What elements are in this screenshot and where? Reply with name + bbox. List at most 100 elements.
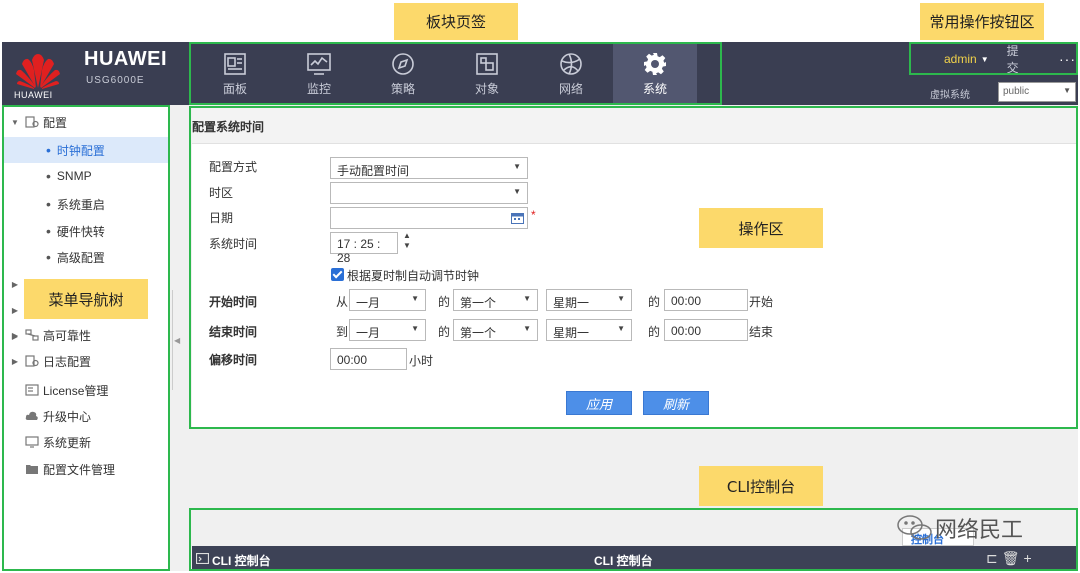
of-text: 的 — [438, 295, 451, 309]
plus-icon[interactable]: + — [1024, 550, 1036, 566]
collapse-left-icon[interactable]: ◀ — [174, 336, 180, 345]
of-text: 的 — [648, 295, 661, 309]
folder-icon — [26, 465, 38, 474]
operation-panel — [192, 108, 1076, 428]
end-month-select[interactable]: 一月 ▼ — [349, 319, 426, 341]
chevron-down-icon: ▼ — [523, 294, 531, 303]
sidebar-item-license[interactable]: License管理 — [2, 377, 168, 403]
common-actions: admin ▼ 提交 ··· — [912, 42, 1076, 76]
systime-input[interactable]: 17 : 25 : 28 — [330, 232, 398, 265]
callout-menu-tree: 菜单导航树 — [24, 279, 148, 319]
tab-label: 网络 — [558, 82, 583, 96]
tab-label: 策略 — [390, 82, 415, 96]
sidebar-item-hw-forward[interactable]: • 硬件快转 — [2, 218, 168, 244]
calendar-icon[interactable] — [511, 212, 524, 224]
terminal-icon — [196, 553, 209, 564]
sidebar-item-config-file[interactable]: 配置文件管理 — [2, 456, 168, 482]
expand-right-icon[interactable]: ▶ — [8, 331, 22, 340]
submit-button[interactable]: 提交 — [1007, 42, 1029, 76]
offset-label: 偏移时间 — [209, 353, 258, 367]
expand-right-icon[interactable]: ▶ — [8, 357, 22, 366]
offset-input[interactable]: 00:00 — [330, 348, 407, 370]
time-stepper-icon[interactable]: ▲ ▼ — [403, 231, 411, 251]
callout-common-buttons: 常用操作按钮区 — [920, 3, 1044, 40]
sidebar-item-reboot[interactable]: • 系统重启 — [2, 191, 168, 217]
cli-bar: CLI 控制台 CLI 控制台 ⊏🗑+ — [192, 546, 1076, 571]
update-icon — [25, 436, 39, 448]
refresh-button[interactable]: 刷新 — [643, 391, 709, 415]
compass-icon — [392, 53, 414, 75]
tab-dashboard[interactable]: 面板 — [193, 44, 277, 104]
expand-right-icon[interactable]: ▶ — [8, 280, 22, 289]
device-model: USG6000E — [86, 75, 145, 86]
date-input[interactable] — [330, 207, 528, 229]
dock-icon[interactable]: ⊏ — [986, 550, 1002, 566]
bullet-icon: • — [46, 196, 51, 212]
end-to-text: 到 — [336, 325, 349, 339]
chevron-down-icon: ▼ — [617, 324, 625, 333]
end-time-label: 结束时间 — [209, 325, 258, 339]
tree-label: 日志配置 — [43, 354, 92, 369]
caret-down-icon[interactable]: ▼ — [981, 55, 989, 64]
start-time-input[interactable]: 00:00 — [664, 289, 748, 311]
tree-group-ha[interactable]: ▶ 高可靠性 — [2, 322, 168, 348]
start-time-value: 00:00 — [671, 294, 702, 308]
sidebar-item-upgrade[interactable]: 升级中心 — [2, 403, 168, 429]
apply-button[interactable]: 应用 — [566, 391, 632, 415]
end-week-select[interactable]: 第一个 ▼ — [453, 319, 538, 341]
sidebar-item-snmp[interactable]: • SNMP — [2, 163, 168, 189]
user-menu[interactable]: admin — [944, 52, 977, 66]
tab-monitor[interactable]: 监控 — [277, 44, 361, 104]
huawei-logo-icon — [16, 54, 60, 89]
object-icon — [476, 53, 498, 75]
chevron-down-icon: ▼ — [523, 324, 531, 333]
tree-label: 升级中心 — [43, 409, 92, 424]
tree-label: 配置 — [43, 115, 68, 130]
config-mode-value: 手动配置时间 — [337, 164, 410, 178]
tab-network[interactable]: 网络 — [529, 44, 613, 104]
monitor-icon — [307, 53, 331, 75]
sidebar-item-sys-update[interactable]: 系统更新 — [2, 429, 168, 455]
end-time-value: 00:00 — [671, 324, 702, 338]
vsys-select[interactable]: public ▼ — [998, 82, 1076, 102]
tree-group-log[interactable]: ▶ 日志配置 — [2, 348, 168, 374]
tab-object[interactable]: 对象 — [445, 44, 529, 104]
tab-policy[interactable]: 策略 — [361, 44, 445, 104]
more-icon[interactable]: ··· — [1059, 51, 1076, 67]
offset-value: 00:00 — [337, 353, 368, 367]
start-month-select[interactable]: 一月 ▼ — [349, 289, 426, 311]
end-time-input[interactable]: 00:00 — [664, 319, 748, 341]
tree-group-config[interactable]: ▼ 配置 — [2, 109, 168, 135]
chevron-down-icon: ▼ — [617, 294, 625, 303]
expand-icon[interactable]: ▼ — [8, 118, 22, 127]
start-day-select[interactable]: 星期一 ▼ — [546, 289, 632, 311]
of-text: 的 — [438, 325, 451, 339]
callout-operation: 操作区 — [699, 208, 823, 248]
config-mode-select[interactable]: 手动配置时间 ▼ — [330, 157, 528, 179]
expand-right-icon[interactable]: ▶ — [8, 306, 22, 315]
tab-label: 监控 — [306, 82, 331, 96]
start-week-value: 第一个 — [460, 296, 497, 310]
end-suffix: 结束 — [749, 325, 774, 339]
chevron-down-icon: ▼ — [513, 187, 521, 196]
offset-unit: 小时 — [409, 354, 434, 368]
vsys-value: public — [1003, 86, 1030, 97]
bullet-icon: • — [46, 223, 51, 239]
ha-icon — [25, 329, 39, 341]
cli-actions: ⊏🗑+ — [986, 550, 1036, 567]
config-mode-label: 配置方式 — [209, 160, 258, 174]
sidebar-item-clock[interactable]: • 时钟配置 — [2, 137, 168, 163]
start-week-select[interactable]: 第一个 ▼ — [453, 289, 538, 311]
dst-checkbox[interactable] — [331, 268, 344, 281]
sidebar-item-advanced[interactable]: • 高级配置 — [2, 244, 168, 270]
trash-icon[interactable]: 🗑 — [1002, 550, 1024, 566]
start-time-label: 开始时间 — [209, 295, 258, 309]
start-suffix: 开始 — [749, 295, 774, 309]
start-day-value: 星期一 — [553, 296, 590, 310]
end-day-select[interactable]: 星期一 ▼ — [546, 319, 632, 341]
cli-title-mid: CLI 控制台 — [594, 554, 653, 568]
timezone-select[interactable]: ▼ — [330, 182, 528, 204]
cloud-upload-icon — [25, 411, 38, 420]
end-day-value: 星期一 — [553, 326, 590, 340]
tab-system[interactable]: 系统 — [613, 44, 697, 104]
